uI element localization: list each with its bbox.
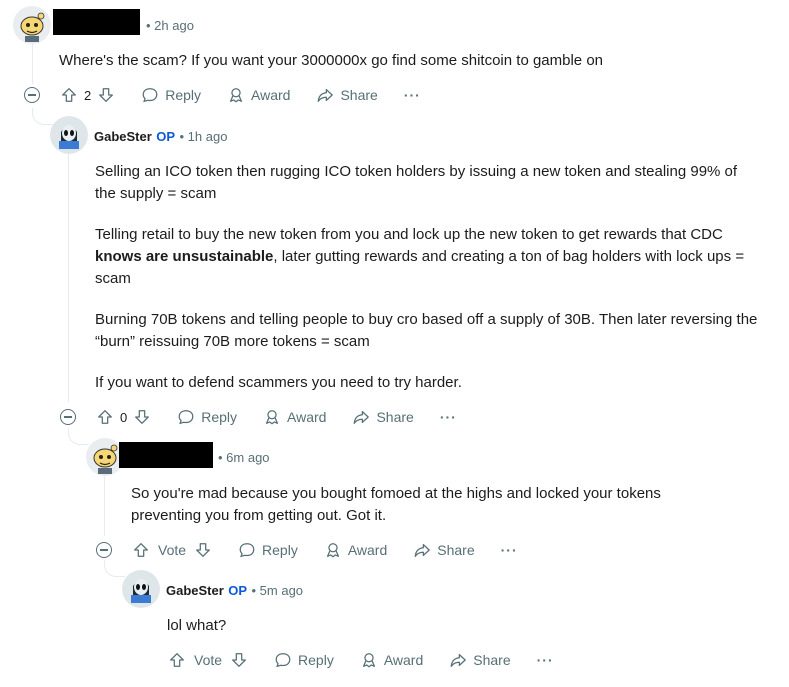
vote-label: Vote xyxy=(158,542,187,558)
reply-button[interactable]: Reply xyxy=(274,651,334,669)
award-label: Award xyxy=(347,542,388,558)
thread-line xyxy=(104,476,105,536)
more-options-button[interactable]: ··· xyxy=(404,88,421,102)
comment-action-bar: 0 Reply Award Share ··· xyxy=(60,405,457,429)
comment-body: So you're mad because you bought fomoed … xyxy=(131,485,661,524)
share-arrow-icon xyxy=(414,543,431,557)
op-badge: OP xyxy=(156,129,176,144)
comment-header: GabeSter OP • 1h ago xyxy=(94,128,227,146)
share-label: Share xyxy=(473,652,511,668)
award-label: Award xyxy=(287,409,327,425)
comment-paragraph: Telling retail to buy the new token from… xyxy=(95,224,760,290)
downvote-arrow-icon[interactable] xyxy=(97,86,115,104)
reply-button[interactable]: Reply xyxy=(177,408,237,426)
share-arrow-icon xyxy=(318,88,334,102)
share-label: Share xyxy=(437,542,475,558)
author-name[interactable]: GabeSter xyxy=(94,129,152,144)
award-button[interactable]: Award xyxy=(227,86,290,104)
redacted-username xyxy=(119,442,213,468)
vote-control: 2 xyxy=(60,86,115,104)
share-arrow-icon xyxy=(450,653,467,667)
bold-text: knows are unsustainable xyxy=(95,248,274,265)
share-button[interactable]: Share xyxy=(449,651,511,669)
reply-label: Reply xyxy=(165,87,202,103)
vote-control: Vote xyxy=(168,651,248,669)
comment-paragraph: Burning 70B tokens and telling people to… xyxy=(95,311,758,350)
vote-label: Vote xyxy=(194,652,223,668)
speech-bubble-icon xyxy=(178,410,194,425)
upvote-arrow-icon[interactable] xyxy=(96,408,114,426)
reply-label: Reply xyxy=(201,409,238,425)
vote-count: 0 xyxy=(120,409,128,425)
thread-line xyxy=(32,44,33,84)
upvote-arrow-icon[interactable] xyxy=(132,541,150,559)
award-label: Award xyxy=(251,87,291,103)
comment-body: Selling an ICO token then rugging ICO to… xyxy=(95,161,760,394)
downvote-arrow-icon[interactable] xyxy=(194,541,212,559)
share-button[interactable]: Share xyxy=(316,86,378,104)
award-label: Award xyxy=(383,652,424,668)
reply-label: Reply xyxy=(262,542,298,558)
share-button[interactable]: Share xyxy=(352,408,414,426)
thread-connector xyxy=(104,560,125,577)
more-options-button[interactable]: ··· xyxy=(501,543,518,557)
collapse-button[interactable] xyxy=(24,87,40,103)
reply-label: Reply xyxy=(298,652,334,668)
paragraph-text: Telling retail to buy the new token from… xyxy=(95,226,723,243)
avatar[interactable] xyxy=(50,116,88,154)
award-ribbon-icon xyxy=(362,653,375,668)
avatar[interactable] xyxy=(122,570,160,608)
speech-bubble-icon xyxy=(142,88,158,103)
comment-body: lol what? xyxy=(167,617,227,634)
comment-paragraph: Selling an ICO token then rugging ICO to… xyxy=(95,163,738,202)
award-button[interactable]: Award xyxy=(324,541,387,559)
comment-action-bar: 2 Reply Award Share ··· xyxy=(24,83,421,107)
thread-connector xyxy=(32,108,53,125)
reply-button[interactable]: Reply xyxy=(238,541,298,559)
redacted-username xyxy=(53,9,140,35)
award-button[interactable]: Award xyxy=(263,408,326,426)
comment-header: GabeSter OP • 5m ago xyxy=(166,582,303,600)
award-button[interactable]: Award xyxy=(360,651,423,669)
alien-avatar-icon xyxy=(50,116,88,154)
downvote-arrow-icon[interactable] xyxy=(133,408,151,426)
comment-timestamp: • 2h ago xyxy=(146,18,194,33)
thread-line xyxy=(68,154,69,402)
vote-control: 0 xyxy=(96,408,151,426)
share-label: Share xyxy=(376,409,414,425)
comment-timestamp: • 1h ago xyxy=(179,129,228,144)
share-label: Share xyxy=(340,87,378,103)
share-button[interactable]: Share xyxy=(413,541,475,559)
op-badge: OP xyxy=(228,583,248,598)
speech-bubble-icon xyxy=(275,653,291,668)
downvote-arrow-icon[interactable] xyxy=(230,651,248,669)
comment-timestamp: • 6m ago xyxy=(218,450,270,465)
award-ribbon-icon xyxy=(326,543,339,558)
collapse-button[interactable] xyxy=(96,542,112,558)
vote-count: 2 xyxy=(84,87,92,103)
comment-action-bar: Vote Reply Award Share ··· xyxy=(168,648,554,672)
speech-bubble-icon xyxy=(239,543,255,558)
upvote-arrow-icon[interactable] xyxy=(168,651,186,669)
share-arrow-icon xyxy=(354,410,370,424)
upvote-arrow-icon[interactable] xyxy=(60,86,78,104)
comment-body: Where's the scam? If you want your 30000… xyxy=(59,52,603,69)
avatar[interactable] xyxy=(13,6,51,44)
comment-action-bar: Vote Reply Award Share ··· xyxy=(96,538,518,562)
reply-button[interactable]: Reply xyxy=(141,86,201,104)
more-options-button[interactable]: ··· xyxy=(440,410,457,424)
award-ribbon-icon xyxy=(266,410,279,425)
more-options-button[interactable]: ··· xyxy=(537,653,554,667)
author-name[interactable]: GabeSter xyxy=(166,583,224,598)
comment-paragraph: If you want to defend scammers you need … xyxy=(95,374,462,391)
vote-control: Vote xyxy=(132,541,212,559)
award-ribbon-icon xyxy=(230,88,243,103)
collapse-button[interactable] xyxy=(60,409,76,425)
thread-connector xyxy=(68,428,89,445)
comment-timestamp: • 5m ago xyxy=(251,583,304,598)
alien-avatar-icon xyxy=(122,570,160,608)
snoo-avatar-icon xyxy=(13,6,51,44)
